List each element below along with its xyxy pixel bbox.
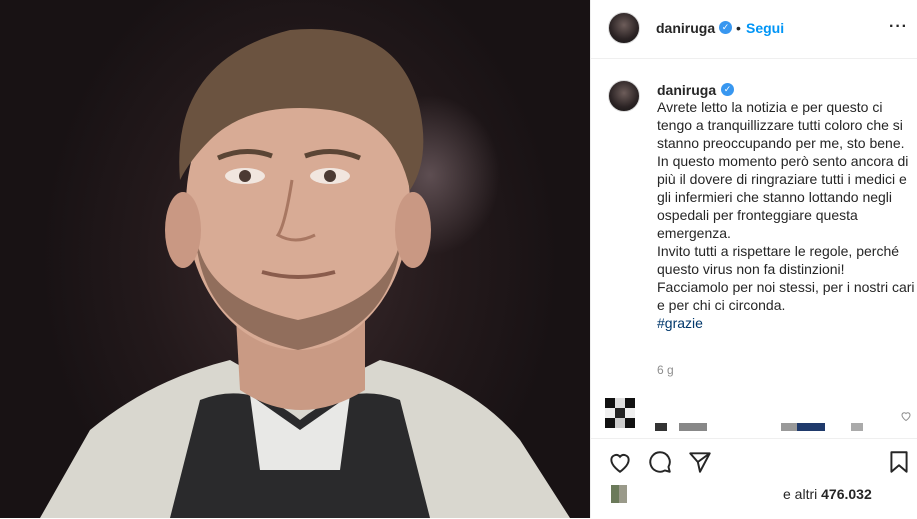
- follow-button[interactable]: Segui: [746, 20, 784, 36]
- save-bookmark-icon[interactable]: [886, 449, 912, 475]
- hashtag-link[interactable]: #grazie: [657, 314, 915, 332]
- username-link[interactable]: daniruga: [656, 20, 715, 36]
- likes-count[interactable]: e altri 476.032: [783, 486, 872, 502]
- caption-line: Invito tutti a rispettare le regole, per…: [657, 243, 900, 277]
- comment-like-icon[interactable]: [900, 410, 912, 422]
- likes-prefix: e altri: [783, 486, 822, 502]
- like-heart-icon[interactable]: [607, 449, 633, 475]
- post-caption: Avrete letto la notizia e per questo ci …: [657, 98, 915, 332]
- avatar[interactable]: [608, 12, 640, 44]
- verified-badge-icon: ✓: [719, 21, 732, 34]
- post-photo[interactable]: [0, 0, 590, 518]
- separator-dot: •: [736, 20, 741, 36]
- caption-line: Avrete letto la notizia e per questo ci …: [657, 99, 905, 151]
- likes-number: 476.032: [821, 486, 872, 502]
- post-header: daniruga ✓ • Segui ···: [591, 0, 917, 59]
- post-actions-bar: [591, 438, 917, 519]
- share-send-icon[interactable]: [687, 449, 713, 475]
- caption-line: Facciamolo per noi stessi, per i nostri …: [657, 279, 915, 313]
- post-side-panel: daniruga ✓ • Segui ··· daniruga ✓ Avrete…: [590, 0, 917, 518]
- caption-line: In questo momento però sento ancora di p…: [657, 153, 909, 241]
- caption-avatar[interactable]: [608, 80, 640, 112]
- player-portrait-illustration: [40, 29, 570, 518]
- post-time[interactable]: 6 g: [657, 363, 674, 377]
- more-options-icon[interactable]: ···: [889, 18, 908, 36]
- caption-username-link[interactable]: daniruga: [657, 82, 716, 98]
- caption-verified-badge-icon: ✓: [721, 83, 734, 96]
- comment-bubble-icon[interactable]: [647, 449, 673, 475]
